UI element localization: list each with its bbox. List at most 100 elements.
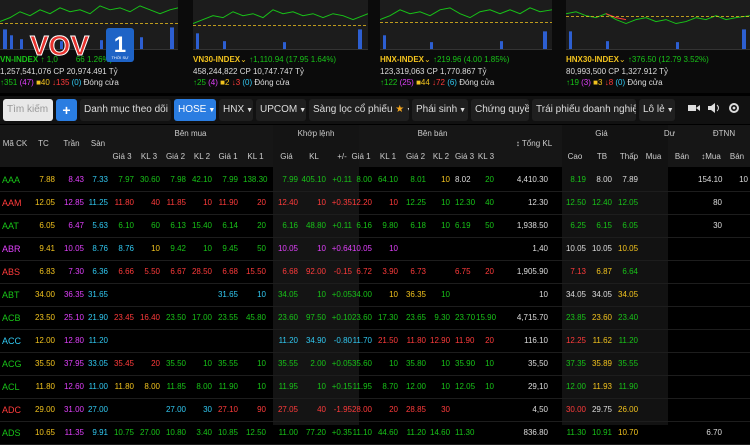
stock-symbol[interactable]: ADS [2,428,21,438]
stock-symbol[interactable]: AAM [2,198,22,208]
vnindex-volume: 1,257,541,076 [0,67,52,76]
cell-kl-1: 64.10 [377,175,398,184]
cell-gi-1: 10.85 [217,428,238,437]
column-header-15[interactable]: Giá 2 [403,152,428,161]
table-row[interactable]: ACB 23.50 25.10 21.90 23.45 16.40 23.50 17.00 23… [0,307,750,330]
tab-odd-lot[interactable]: Lô lẻ ▼ [639,99,675,121]
group-header-match: Khớp lệnh [297,129,335,138]
tab-corporate-bonds[interactable]: Trái phiếu doanh nghiệp [532,99,636,121]
cell-th-p: 7.89 [622,175,638,184]
table-row[interactable]: AAM 12.05 12.85 11.25 11.80 40 11.85 10 11.90 20 1… [0,192,750,215]
stock-symbol[interactable]: ACC [2,336,21,346]
stock-symbol[interactable]: ABR [2,244,21,254]
cell-cao: 34.05 [565,290,586,299]
column-header-20[interactable]: Cao [562,152,588,161]
column-header-6[interactable]: Giá 2 [163,152,188,161]
table-row[interactable]: ABR 9.41 10.05 8.76 8.76 10 9.42 10 9.45 50 10.05 1… [0,238,750,261]
search-input[interactable]: Tìm kiếm [3,99,53,121]
table-row[interactable]: ADC 29.00 31.00 27.00 27.00 30 27.10 90 27.05 40-… [0,399,750,422]
stock-symbol[interactable]: ACL [2,382,20,392]
table-row[interactable]: ACG 35.50 37.95 33.05 35.45 20 35.50 10 35.55 10 3… [0,353,750,376]
table-row[interactable]: ACL 11.80 12.60 11.00 11.80 8.00 11.85 8.00 11.9… [0,376,750,399]
cell-gi-3: 12.05 [455,382,476,391]
table-row[interactable]: AAA 7.88 8.43 7.33 7.97 30.60 7.98 42.10 7.99 138… [0,169,750,192]
stock-symbol[interactable]: ABS [2,267,20,277]
table-row[interactable]: ADS 10.65 11.35 9.91 10.75 27.00 10.80 3.40 10.8… [0,422,750,445]
chevron-down-icon: ▼ [208,107,216,114]
table-row[interactable]: ABS 6.83 7.30 6.36 6.66 5.50 6.67 28.50 6.68 15.5… [0,261,750,284]
column-header-26[interactable]: Bán [724,152,750,161]
column-header-21[interactable]: TB [590,152,614,161]
stock-symbol[interactable]: ADC [2,405,21,415]
column-header-0[interactable]: Mã CK [0,139,30,148]
cell-mua: 6.70 [706,428,722,437]
vnindex-cp-label: CP [53,67,65,76]
column-header-3[interactable]: Sàn [86,139,110,148]
hnx-down-count: 72 [436,78,445,87]
table-row[interactable]: ABT 34.00 36.35 31.65 31.65 10 34.05 10 +0.05 34.… [0,284,750,307]
tab-warrants[interactable]: Chứng quyền [471,99,529,121]
cell-kl-2: 15.40 [191,221,212,230]
column-header-7[interactable]: KL 2 [190,152,214,161]
cell-tb: 11.93 [592,382,612,391]
table-row[interactable]: ACC 12.00 12.80 11.20 11.20 34.90 -0.80 11.70 21… [0,330,750,353]
cell-kl-3: 40 [485,198,494,207]
video-icon[interactable] [688,101,700,113]
hnx-unit: Tỷ [477,67,487,76]
column-header-24[interactable]: Bán [668,152,696,161]
chevron-down-icon: ▼ [406,107,409,114]
cell-kl-2: 12.90 [430,336,451,345]
cell-mua: 154.10 [698,175,723,184]
column-header-23[interactable]: Mua [641,152,666,161]
stock-symbol[interactable]: ABT [2,290,20,300]
column-header-10[interactable]: Giá [273,152,300,161]
column-header-16[interactable]: KL 2 [430,152,452,161]
column-header-8[interactable]: Giá 1 [216,152,240,161]
tab-hose[interactable]: HOSE ▼ [174,99,216,121]
chevron-down-icon: ▼ [459,107,467,114]
column-header-11[interactable]: KL [300,152,328,161]
column-header-4[interactable]: Giá 3 [108,152,136,161]
column-header-22[interactable]: Thấp [618,152,640,161]
stock-symbol[interactable]: ACG [2,359,22,369]
cell-gi-3: 6.10 [118,221,134,230]
column-header-13[interactable]: Giá 1 [348,152,374,161]
cell-gi-2: 12.25 [405,198,426,207]
tab-hnx[interactable]: HNX ▼ [219,99,253,121]
cell-kl-1: 138.30 [243,175,268,184]
cell-gi-2: 12.00 [405,382,426,391]
cell-tc: 6.83 [39,267,55,276]
column-header-17[interactable]: Giá 3 [455,152,474,161]
add-watchlist-button[interactable]: + [56,99,77,121]
cell-kl-1: 10 [389,198,398,207]
index-card-hnx[interactable]: HNX-INDEX⌄ ↑219.96 (4.00 1.85%) 123,319,… [380,0,552,93]
stock-symbol[interactable]: AAT [2,221,19,231]
vnindex-unit: Tỷ [108,67,118,76]
stock-symbol[interactable]: ACB [2,313,21,323]
stock-symbol[interactable]: AAA [2,175,20,185]
stock-screener-button[interactable]: Sàng lọc cổ phiếu ★▼ [309,99,409,121]
column-header-14[interactable]: KL 1 [376,152,400,161]
cell-kl-1: 20 [257,221,266,230]
column-header-1[interactable]: TC [30,139,57,148]
cell-gi-: 10.05 [277,244,298,253]
column-header-9[interactable]: KL 1 [243,152,268,161]
table-row[interactable]: AAT 6.05 6.47 5.63 6.10 60 6.13 15.40 6.14 20 6.16… [0,215,750,238]
column-header-18[interactable]: KL 3 [476,152,496,161]
volume-icon[interactable] [708,101,720,113]
column-header-5[interactable]: KL 3 [136,152,162,161]
watchlist-dropdown[interactable]: Danh mục theo dõi▼ [80,99,171,121]
tab-upcom[interactable]: UPCOM ▼ [256,99,306,121]
tab-derivatives[interactable]: Phái sinh ▼ [412,99,468,121]
cell-kl-1: 20 [389,405,398,414]
cell-tb: 8.00 [596,175,612,184]
column-header-2[interactable]: Trần [57,139,86,148]
index-card-vn30[interactable]: VN30-INDEX⌄ ↑1,110.94 (17.95 1.64%) 458,… [193,0,368,93]
settings-icon[interactable] [728,101,740,113]
index-card-hnx30[interactable]: HNX30-INDEX⌄ ↑376.50 (12.79 3.52%) 80,99… [566,0,750,93]
hnx30-ceiling-count: (3) [581,78,591,87]
group-header-total[interactable]: ↕ Tổng KL [506,139,562,148]
cell-kl: 10 [317,198,326,207]
cell-tr-n: 6.47 [68,221,84,230]
column-header-25[interactable]: ↕Mua [698,152,724,161]
